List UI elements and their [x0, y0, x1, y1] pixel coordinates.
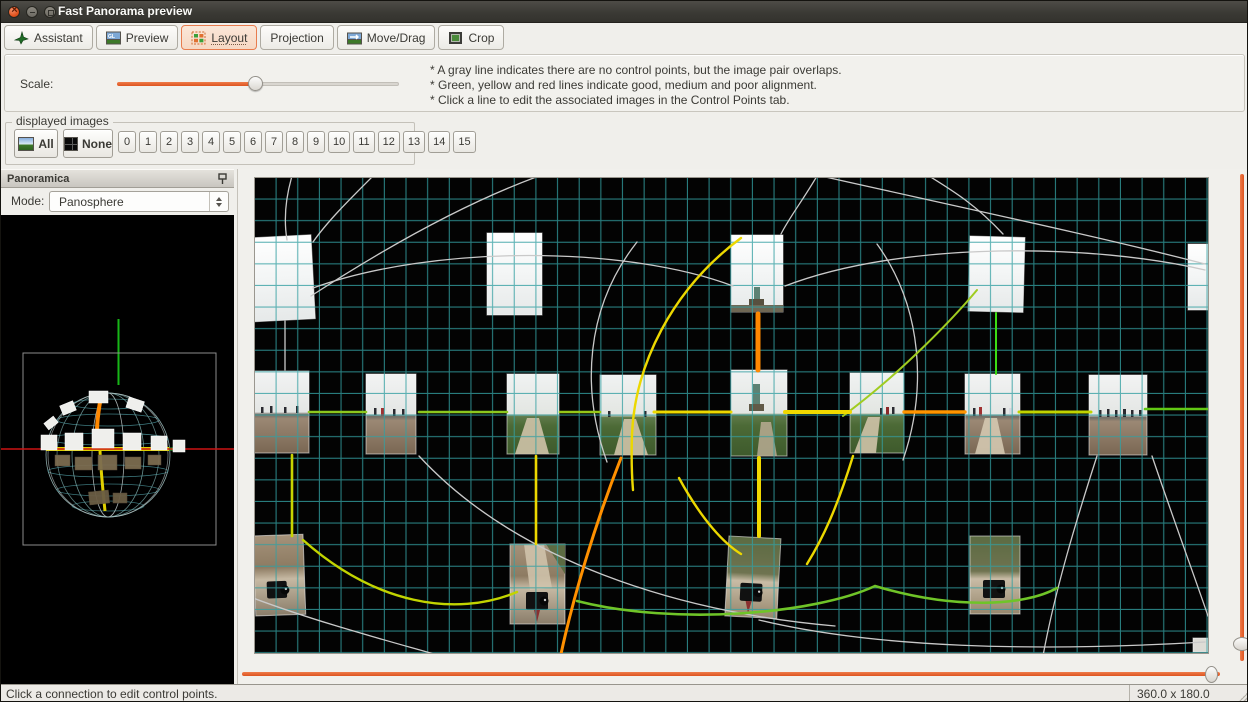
panosphere-3d-preview[interactable]	[1, 215, 234, 684]
tab-crop[interactable]: Crop	[438, 25, 504, 50]
image-toggle-button-1[interactable]: 1	[139, 131, 157, 153]
tab-preview[interactable]: GL Preview	[96, 25, 179, 50]
tab-projection[interactable]: Projection	[260, 25, 333, 50]
image-toggle-button-0[interactable]: 0	[118, 131, 136, 153]
show-all-button[interactable]: All	[14, 129, 58, 158]
scale-help-panel: Scale: * A gray line indicates there are…	[4, 54, 1245, 112]
tab-label: Preview	[126, 31, 169, 45]
image-toggle-button-2[interactable]: 2	[160, 131, 178, 153]
tab-label: Projection	[270, 31, 323, 45]
titlebar: Fast Panorama preview	[1, 1, 1247, 23]
tab-label: Layout	[211, 31, 247, 45]
image-toggle-button-10[interactable]: 10	[328, 131, 350, 153]
help-line: * Click a line to edit the associated im…	[430, 93, 842, 108]
vertical-pan-slider[interactable]	[1235, 174, 1248, 661]
mode-label: Mode:	[11, 194, 44, 208]
horizontal-pan-slider[interactable]	[242, 665, 1220, 683]
pin-icon[interactable]	[217, 173, 228, 185]
all-button-label: All	[38, 137, 53, 151]
window-title: Fast Panorama preview	[58, 4, 192, 18]
mode-select[interactable]: Panosphere	[49, 191, 229, 212]
layout-canvas-region	[237, 169, 1248, 684]
image-toggle-button-9[interactable]: 9	[307, 131, 325, 153]
panorama-dock-panel: Panoramica Mode: Panosphere	[1, 169, 234, 684]
pano-dimensions-cell: 360.0 x 180.0	[1129, 685, 1248, 702]
scale-slider-handle[interactable]	[248, 76, 263, 91]
image-toggle-button-13[interactable]: 13	[403, 131, 425, 153]
dock-title: Panoramica	[7, 173, 69, 185]
image-toggle-buttons: 0123456789101112131415	[118, 131, 476, 153]
image-toggle-button-8[interactable]: 8	[286, 131, 304, 153]
image-toggle-button-11[interactable]: 11	[353, 131, 374, 153]
image-toggle-button-12[interactable]: 12	[378, 131, 400, 153]
displayed-images-group: displayed images All None 01234567891011…	[5, 122, 415, 165]
show-none-button[interactable]: None	[63, 129, 113, 158]
dock-header: Panoramica	[1, 169, 234, 188]
minimize-button[interactable]	[26, 6, 38, 18]
status-bar: Click a connection to edit control point…	[1, 684, 1247, 702]
movedrag-icon	[347, 31, 362, 45]
landscape-icon	[18, 137, 34, 151]
pano-dimensions: 360.0 x 180.0	[1137, 687, 1210, 701]
layout-canvas[interactable]	[254, 177, 1209, 654]
fast-panorama-preview-window: Fast Panorama preview Assistant GL Preview…	[0, 0, 1248, 702]
none-button-label: None	[82, 137, 112, 151]
resize-grip[interactable]	[1238, 692, 1248, 702]
tab-assistant[interactable]: Assistant	[4, 25, 93, 50]
help-line: * A gray line indicates there are no con…	[430, 63, 842, 78]
maximize-button[interactable]	[44, 6, 56, 18]
tab-bar: Assistant GL Preview Layout Projection Move/D…	[4, 25, 504, 51]
tab-label: Move/Drag	[367, 31, 426, 45]
mode-value: Panosphere	[59, 195, 124, 209]
tab-label: Crop	[468, 31, 494, 45]
tab-label: Assistant	[34, 31, 83, 45]
canvas-grid	[255, 178, 1208, 653]
preview-icon: GL	[106, 31, 121, 45]
scale-slider-track	[255, 82, 399, 86]
horizontal-slider-handle[interactable]	[1205, 666, 1218, 683]
image-toggle-button-15[interactable]: 15	[453, 131, 475, 153]
tab-layout[interactable]: Layout	[181, 25, 257, 50]
svg-text:GL: GL	[108, 34, 115, 40]
image-toggle-button-14[interactable]: 14	[428, 131, 450, 153]
vertical-slider-handle[interactable]	[1233, 637, 1248, 651]
status-message: Click a connection to edit control point…	[6, 687, 217, 701]
mode-row: Mode: Panosphere	[1, 188, 234, 215]
spinner-arrows-icon[interactable]	[209, 192, 228, 211]
image-toggle-button-6[interactable]: 6	[244, 131, 262, 153]
image-toggle-button-3[interactable]: 3	[181, 131, 199, 153]
displayed-images-legend: displayed images	[12, 114, 113, 128]
close-button[interactable]	[8, 6, 20, 18]
image-toggle-button-5[interactable]: 5	[223, 131, 241, 153]
scale-slider[interactable]	[117, 81, 399, 87]
vertical-slider-track	[1240, 174, 1244, 661]
horizontal-slider-track	[242, 672, 1220, 676]
assistant-icon	[14, 31, 29, 45]
layout-icon	[191, 31, 206, 45]
image-toggle-button-7[interactable]: 7	[265, 131, 283, 153]
tab-move-drag[interactable]: Move/Drag	[337, 25, 436, 50]
scale-label: Scale:	[20, 77, 53, 91]
help-text: * A gray line indicates there are no con…	[430, 63, 842, 108]
help-line: * Green, yellow and red lines indicate g…	[430, 78, 842, 93]
crop-icon	[448, 31, 463, 45]
blank-image-icon	[64, 137, 78, 151]
scale-slider-fill	[117, 82, 255, 86]
image-toggle-button-4[interactable]: 4	[202, 131, 220, 153]
